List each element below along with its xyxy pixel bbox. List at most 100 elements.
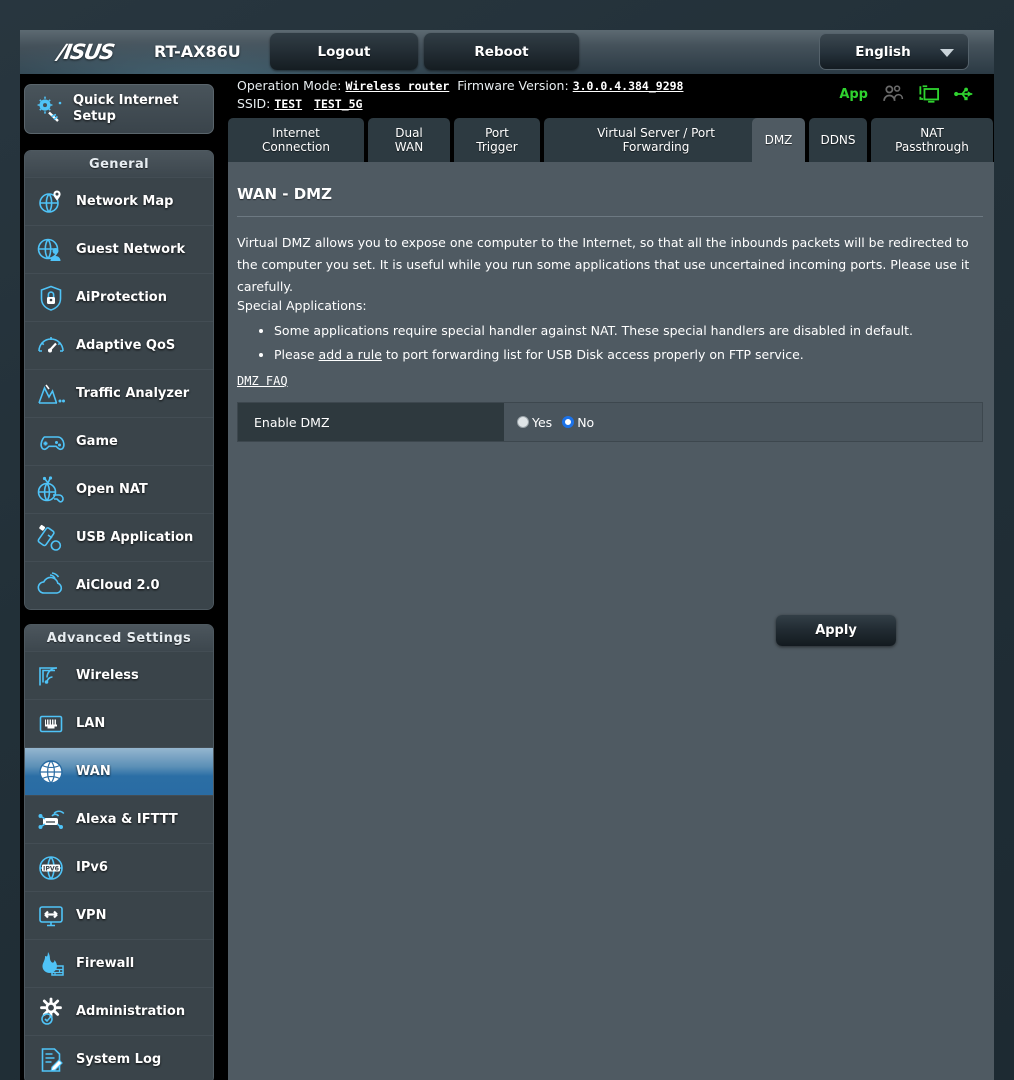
operation-mode-line: Operation Mode: Wireless router Firmware… xyxy=(237,78,683,93)
sidebar-item-wireless[interactable]: Wireless xyxy=(25,651,213,699)
language-selector[interactable]: English xyxy=(819,33,969,70)
reboot-button[interactable]: Reboot xyxy=(424,33,579,70)
log-document-icon xyxy=(41,1047,63,1072)
sidebar-item-label: AiProtection xyxy=(76,290,167,305)
tab-dmz[interactable]: DMZ xyxy=(752,118,805,162)
radio-option-no[interactable]: No xyxy=(562,415,594,430)
tab-internet-connection[interactable]: Internet Connection xyxy=(228,118,364,162)
sidebar-item-usb-application[interactable]: USB Application xyxy=(25,513,213,561)
vpn-monitor-icon xyxy=(39,905,63,926)
radio-indicator[interactable] xyxy=(517,416,529,428)
sidebar-item-network-map[interactable]: Network Map xyxy=(25,177,213,225)
tab-port-trigger[interactable]: Port Trigger xyxy=(454,118,540,162)
firewall-flame-icon xyxy=(42,951,64,976)
asus-logo: /ISUS xyxy=(55,40,116,64)
tab-dual-wan[interactable]: Dual WAN xyxy=(368,118,450,162)
svg-text:IPV6: IPV6 xyxy=(43,865,59,872)
special-applications-list: Some applications require special handle… xyxy=(274,320,986,368)
usb-drive-icon xyxy=(37,524,62,551)
sidebar-item-label: AiCloud 2.0 xyxy=(76,578,160,593)
list-item: Please add a rule to port forwarding lis… xyxy=(274,344,986,366)
sidebar-item-label: Firewall xyxy=(76,956,135,971)
wireless-signal-icon xyxy=(39,666,57,685)
sidebar-item-label: IPv6 xyxy=(76,860,108,875)
ethernet-port-icon xyxy=(39,715,63,732)
tab-label: Port Trigger xyxy=(476,126,518,154)
sidebar-item-administration[interactable]: Administration xyxy=(25,987,213,1035)
sidebar-item-game[interactable]: Game xyxy=(25,417,213,465)
tab-nat-passthrough[interactable]: NAT Passthrough xyxy=(871,118,993,162)
connected-device-icon[interactable] xyxy=(918,84,940,104)
content-panel: WAN - DMZ Virtual DMZ allows you to expo… xyxy=(228,162,994,1080)
sidebar-item-adaptive-qos[interactable]: Adaptive QoS xyxy=(25,321,213,369)
radio-label: Yes xyxy=(532,414,553,430)
sidebar-group-title: Advanced Settings xyxy=(25,625,213,651)
sidebar-item-open-nat[interactable]: Open NAT xyxy=(25,465,213,513)
quick-internet-setup-label: Quick Internet Setup xyxy=(73,93,178,125)
ssid-label: SSID: xyxy=(237,96,271,111)
sidebar-group-general: General Network Map Guest Network AiProtect… xyxy=(24,150,214,610)
traffic-chart-icon xyxy=(38,384,65,404)
quick-internet-setup-button[interactable]: Quick Internet Setup xyxy=(24,84,214,134)
tab-label: DMZ xyxy=(764,133,793,147)
sidebar-item-label: VPN xyxy=(76,908,107,923)
sidebar-item-label: Traffic Analyzer xyxy=(76,386,190,401)
tab-ddns[interactable]: DDNS xyxy=(809,118,867,162)
sidebar-item-label: Game xyxy=(76,434,118,449)
sidebar-item-ipv6[interactable]: IPV6 IPv6 xyxy=(25,843,213,891)
sidebar-group-advanced-settings: Advanced Settings Wireless LAN WAN Alexa & I… xyxy=(24,624,214,1080)
speedometer-icon xyxy=(38,336,64,352)
sidebar-item-label: LAN xyxy=(76,716,106,731)
dmz-settings-row: Enable DMZ Yes No xyxy=(237,402,983,442)
apply-button[interactable]: Apply xyxy=(776,615,896,646)
ssid-line: SSID: TEST TEST_5G xyxy=(237,96,362,111)
sidebar-item-label: Adaptive QoS xyxy=(76,338,176,353)
bullet-text: Please xyxy=(274,347,319,362)
sidebar-item-label: Open NAT xyxy=(76,482,148,497)
sidebar-item-label: System Log xyxy=(76,1052,162,1067)
globe-icon xyxy=(39,759,63,784)
tab-label: Virtual Server / Port Forwarding xyxy=(597,126,715,154)
list-item: Some applications require special handle… xyxy=(274,320,986,342)
status-info-strip: Operation Mode: Wireless router Firmware… xyxy=(228,74,994,118)
ssid-value-5g[interactable]: TEST_5G xyxy=(314,97,362,111)
tab-label: DDNS xyxy=(820,133,856,147)
sidebar-item-aicloud-2-0[interactable]: AiCloud 2.0 xyxy=(25,561,213,609)
sidebar-item-label: Administration xyxy=(76,1004,186,1019)
radio-option-yes[interactable]: Yes xyxy=(517,415,552,430)
sidebar-item-label: Network Map xyxy=(76,194,174,209)
logout-button[interactable]: Logout xyxy=(270,33,418,70)
sidebar-item-traffic-analyzer[interactable]: Traffic Analyzer xyxy=(25,369,213,417)
sidebar-item-lan[interactable]: LAN xyxy=(25,699,213,747)
sidebar-item-alexa-ifttt[interactable]: Alexa & IFTTT xyxy=(25,795,213,843)
shield-lock-icon xyxy=(40,285,62,311)
network-map-icon xyxy=(39,190,61,213)
sidebar-item-vpn[interactable]: VPN xyxy=(25,891,213,939)
app-link[interactable]: App xyxy=(839,87,868,102)
firmware-value[interactable]: 3.0.0.4.384_9298 xyxy=(573,79,684,93)
operation-mode-label: Operation Mode: xyxy=(237,78,342,93)
sidebar-item-label: USB Application xyxy=(76,530,194,545)
ssid-value-24g[interactable]: TEST xyxy=(274,97,302,111)
usb-icon[interactable] xyxy=(954,84,976,104)
operation-mode-value[interactable]: Wireless router xyxy=(345,79,449,93)
tray-icons: App xyxy=(839,84,976,104)
radio-indicator[interactable] xyxy=(562,416,575,428)
top-header-bar: /ISUS RT-AX86U Logout Reboot English xyxy=(20,30,994,74)
sidebar-item-system-log[interactable]: System Log xyxy=(25,1035,213,1080)
sidebar-item-aiprotection[interactable]: AiProtection xyxy=(25,273,213,321)
firmware-label: Firmware Version: xyxy=(457,78,569,93)
tab-virtual-server-port-forwarding[interactable]: Virtual Server / Port Forwarding xyxy=(544,118,768,162)
tab-label: NAT Passthrough xyxy=(895,126,969,154)
guest-network-icon xyxy=(37,238,61,261)
sidebar-item-guest-network[interactable]: Guest Network xyxy=(25,225,213,273)
add-a-rule-link[interactable]: add a rule xyxy=(319,347,382,362)
sidebar-item-wan[interactable]: WAN xyxy=(25,747,213,795)
dmz-faq-link[interactable]: DMZ FAQ xyxy=(237,374,288,388)
ipv6-globe-icon: IPV6 xyxy=(39,855,63,880)
sidebar-item-firewall[interactable]: Firewall xyxy=(25,939,213,987)
qis-line1: Quick Internet xyxy=(73,93,179,108)
sidebar: Quick Internet Setup General Network Map G… xyxy=(24,84,214,1080)
gear-icon xyxy=(40,997,62,1025)
family-members-icon[interactable] xyxy=(882,84,904,104)
